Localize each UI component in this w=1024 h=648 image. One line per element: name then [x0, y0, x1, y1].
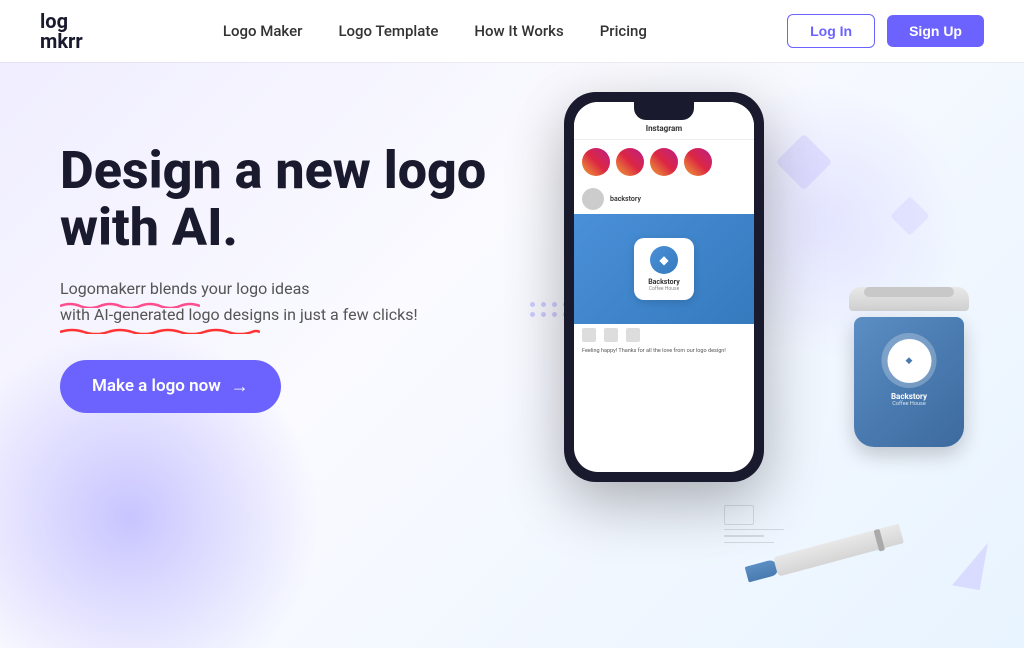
- like-icon: [582, 328, 596, 342]
- cup-logo-circle: ◆: [882, 333, 937, 388]
- post-caption: Feeling happy! Thanks for all the love f…: [574, 346, 754, 362]
- ig-brand-name: Backstory: [648, 278, 680, 286]
- dot: [530, 312, 535, 317]
- hero-title: Design a new logo with AI.: [60, 142, 486, 256]
- nav-logo-template[interactable]: Logo Template: [338, 22, 438, 40]
- cta-label: Make a logo now: [92, 376, 221, 396]
- header: log mkrr Logo Maker Logo Template How It…: [0, 0, 1024, 62]
- cup-lid-top: [864, 287, 954, 297]
- sketch-line-1: [724, 529, 784, 531]
- phone-mockup: Instagram backstory Backstory: [564, 92, 764, 482]
- phone-notch: [634, 102, 694, 120]
- nav-logo-maker[interactable]: Logo Maker: [223, 22, 303, 40]
- sketch-line-2: [724, 535, 764, 537]
- ig-brand-sub: Coffee House: [648, 286, 680, 292]
- post-avatar: [582, 188, 604, 210]
- phone-mockup-container: Instagram backstory Backstory: [564, 92, 784, 482]
- dot: [552, 302, 557, 307]
- cta-button[interactable]: Make a logo now →: [60, 360, 281, 413]
- instagram-stories: [574, 140, 754, 184]
- marker-clip: [874, 529, 885, 552]
- post-actions: [574, 324, 754, 346]
- dot: [552, 312, 557, 317]
- story-avatar-2: [616, 148, 644, 176]
- story-avatar-1: [582, 148, 610, 176]
- cup-body: ◆ Backstory Coffee House: [854, 317, 964, 447]
- cup-lid: [849, 287, 969, 311]
- sketch-square: [724, 505, 754, 525]
- sketch-lines-decoration: [724, 505, 784, 549]
- diamond-decoration-2: [890, 196, 930, 236]
- diamond-decoration-1: [776, 134, 833, 191]
- dot: [541, 302, 546, 307]
- caption-text: Feeling happy! Thanks for all the love f…: [582, 348, 746, 356]
- logo-card: Backstory Coffee House: [634, 238, 694, 300]
- dot: [541, 312, 546, 317]
- triangle-decoration: [952, 538, 988, 590]
- hero-desc-line2: with AI-generated logo designs in just a…: [60, 302, 418, 328]
- hero-desc-line1: Logomakerr blends your logo ideas: [60, 276, 310, 302]
- header-actions: Log In Sign Up: [787, 14, 984, 48]
- cta-arrow-icon: →: [231, 376, 249, 397]
- nav-pricing[interactable]: Pricing: [600, 22, 647, 40]
- phone-screen: Instagram backstory Backstory: [574, 102, 754, 472]
- sketch-line-3: [724, 542, 774, 544]
- dot: [530, 302, 535, 307]
- main-nav: Logo Maker Logo Template How It Works Pr…: [223, 22, 647, 40]
- signup-button[interactable]: Sign Up: [887, 15, 984, 47]
- logo-line2: mkrr: [40, 31, 83, 51]
- cup-logo-inner: ◆: [887, 339, 931, 383]
- post-username: backstory: [610, 195, 641, 203]
- comment-icon: [604, 328, 618, 342]
- nav-how-it-works[interactable]: How It Works: [474, 22, 563, 40]
- cup-logo: ◆ Backstory Coffee House: [882, 333, 937, 407]
- login-button[interactable]: Log In: [787, 14, 875, 48]
- post-header: backstory: [574, 184, 754, 214]
- story-avatar-3: [650, 148, 678, 176]
- cup-brand-sub: Coffee House: [882, 401, 937, 407]
- post-image: Backstory Coffee House: [574, 214, 754, 324]
- logo-line1: log: [40, 11, 83, 31]
- marker-body: [773, 524, 904, 577]
- hero-description: Logomakerr blends your logo ideas with A…: [60, 276, 420, 327]
- logo-icon: [650, 246, 678, 274]
- instagram-post: backstory Backstory Coffee House: [574, 184, 754, 362]
- hero-content: Design a new logo with AI. Logomakerr bl…: [60, 142, 486, 413]
- coffee-cup: ◆ Backstory Coffee House: [844, 282, 974, 447]
- cup-brand-name: Backstory: [882, 392, 937, 401]
- hero-section: Design a new logo with AI. Logomakerr bl…: [0, 62, 1024, 648]
- logo[interactable]: log mkrr: [40, 11, 83, 51]
- story-avatar-4: [684, 148, 712, 176]
- share-icon: [626, 328, 640, 342]
